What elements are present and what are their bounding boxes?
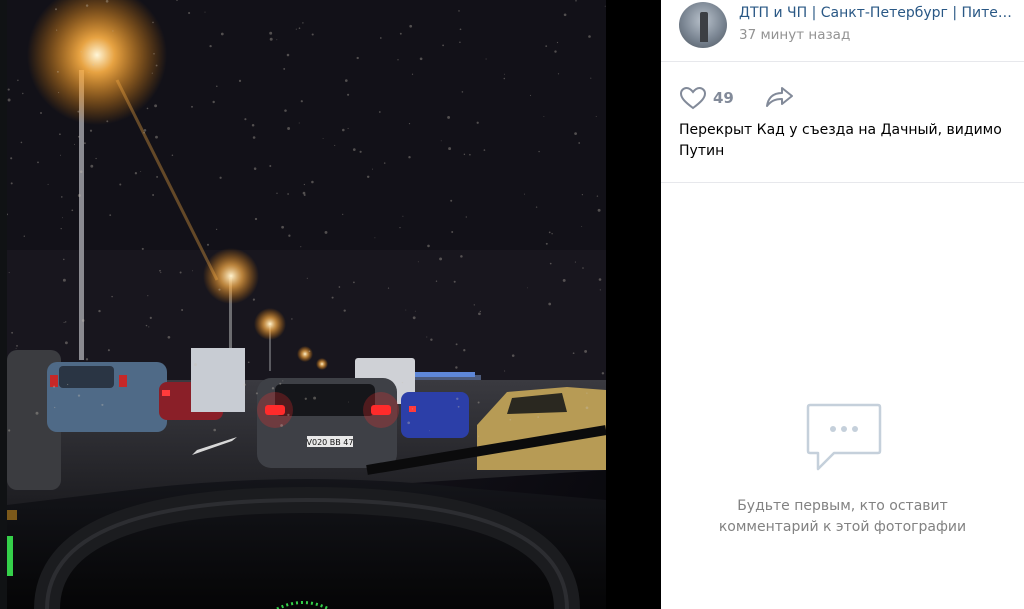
post-header: ДТП и ЧП | Санкт-Петербург | Питер онлай… (661, 0, 1024, 62)
like-button[interactable]: 49 (679, 84, 734, 112)
post-actions: 49 Перекрыт Кад у съезда на Дачный, види… (661, 62, 1024, 183)
comments-empty-message: Будьте первым, кто оставит комментарий к… (718, 498, 967, 535)
group-avatar[interactable] (679, 2, 727, 48)
post-caption: Перекрыт Кад у съезда на Дачный, видимо … (679, 122, 1002, 159)
photo-scene: V020 ВВ 47 (7, 0, 606, 609)
comment-bubble-icon (806, 403, 882, 471)
post-time[interactable]: 37 минут назад (739, 27, 850, 43)
group-name-link[interactable]: ДТП и ЧП | Санкт-Петербург | Питер онлай… (739, 5, 1019, 21)
heart-icon (679, 86, 707, 110)
share-button[interactable] (765, 85, 795, 113)
license-plate-text: V020 ВВ 47 (307, 438, 354, 447)
share-arrow-icon (766, 87, 793, 107)
viewer-gap (606, 0, 661, 609)
post-side-panel: ДТП и ЧП | Санкт-Петербург | Питер онлай… (661, 0, 1024, 609)
post-photo[interactable]: V020 ВВ 47 (7, 0, 606, 609)
viewer-left-edge (0, 0, 7, 609)
like-count: 49 (713, 89, 734, 107)
